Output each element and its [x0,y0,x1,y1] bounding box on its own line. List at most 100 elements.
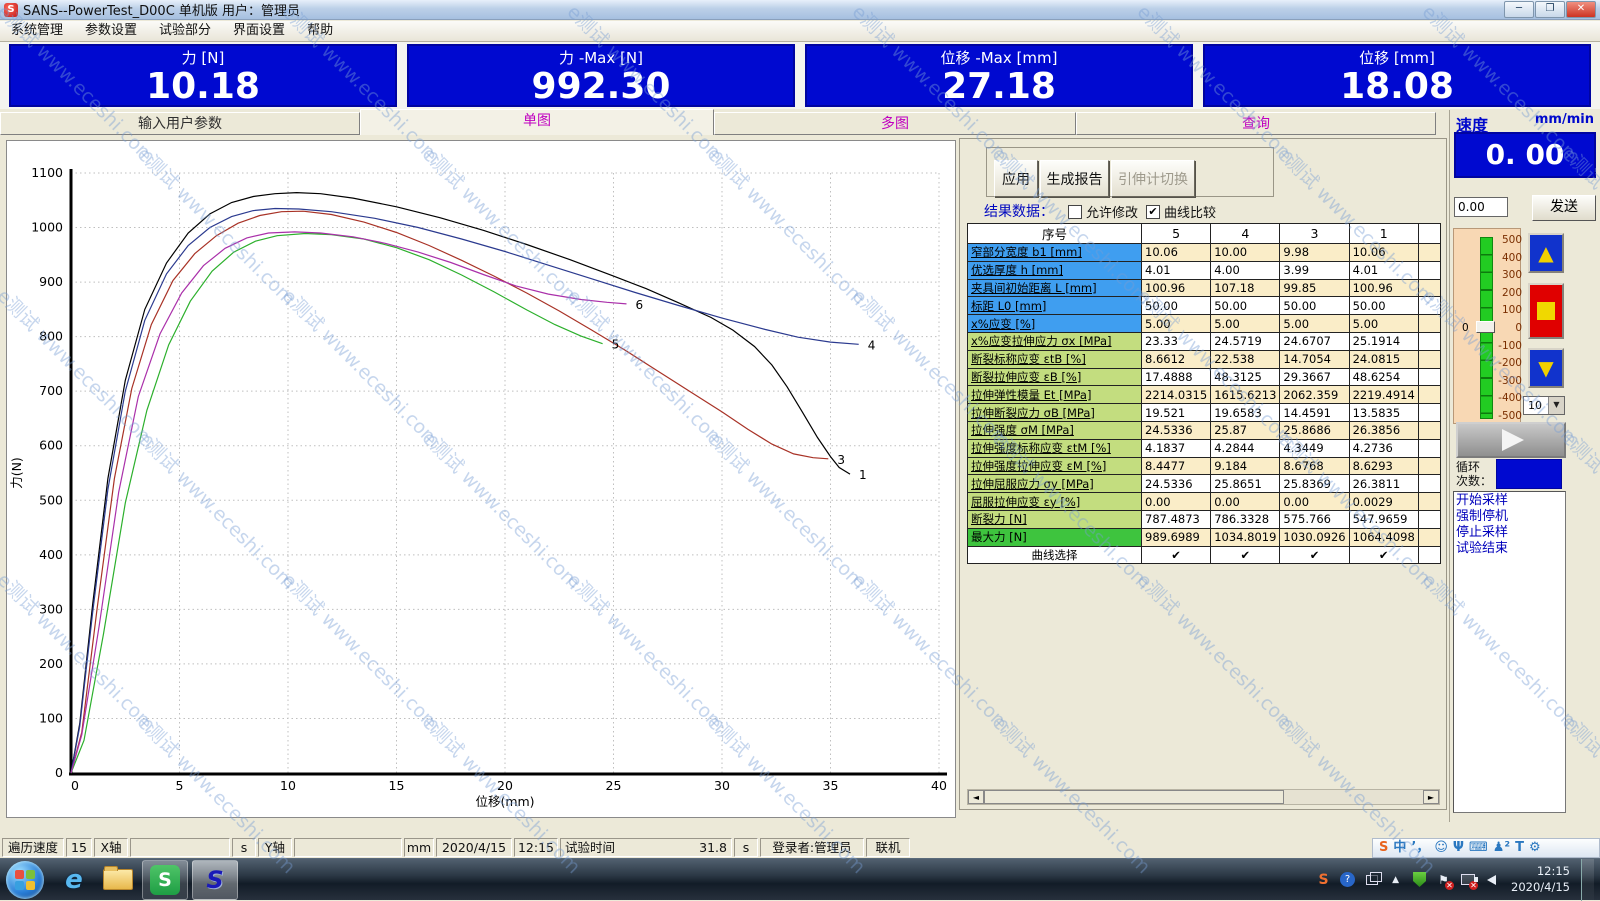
status-cell-10: 试验时间31.8 [560,838,732,857]
security-shield-icon[interactable] [1411,871,1428,888]
value-cell-empty [1418,297,1440,315]
curve-label-3: 3 [837,453,845,467]
scrollbar-thumb[interactable] [984,790,1284,804]
microphone-icon[interactable]: Ψ [1453,839,1464,857]
user-count-icon[interactable]: ♟² [1493,839,1510,857]
curve-select-check[interactable]: ✔ [1142,546,1211,564]
log-line-0[interactable]: 开始采样 [1456,493,1563,509]
svg-text:600: 600 [39,438,63,453]
scroll-left-arrow[interactable]: ◄ [968,790,984,804]
value-cell-empty [1418,350,1440,368]
maximize-button[interactable]: ❐ [1535,1,1565,18]
explorer-taskbar-icon[interactable] [96,861,140,899]
event-log-list[interactable]: 开始采样强制停机停止采样试验结束 [1453,491,1566,813]
curve-label-6: 6 [636,298,644,312]
svg-text:400: 400 [39,547,63,562]
checkbox-unchecked[interactable] [1068,205,1082,219]
curve-select-check[interactable]: ✔ [1349,546,1418,564]
green-app-taskbar-button[interactable]: S [142,860,188,900]
log-line-1[interactable]: 强制停机 [1456,509,1563,525]
status-cell-label: 试验时间 [565,839,615,856]
help-tray-icon[interactable]: ? [1339,871,1356,888]
status-cell-0: 遍历速度 [2,838,64,857]
close-button[interactable]: ✕ [1566,1,1596,18]
value-cell-empty [1418,493,1440,511]
minimize-button[interactable]: ─ [1504,1,1534,18]
tab-2[interactable]: 多图 [714,112,1076,135]
scroll-right-arrow[interactable]: ► [1423,790,1439,804]
value-cell: 100.96 [1142,279,1211,297]
sogou-tray-icon[interactable]: S [1315,871,1332,888]
sogou-input-icon[interactable]: S [1379,839,1388,857]
window-tray-icon[interactable] [1363,871,1380,888]
menu-item-2[interactable]: 试验部分 [148,21,222,41]
svg-text:力(N): 力(N) [9,457,24,489]
value-cell: 13.5835 [1349,404,1418,422]
system-tray: S ? ▲ ⚑ 12:15 2020/4/15 [1315,859,1600,901]
value-cell: 0.00 [1142,493,1211,511]
value-cell: 0.00 [1280,493,1349,511]
slider-tick-label: 400 [1496,253,1522,263]
log-line-2[interactable]: 停止采样 [1456,525,1563,541]
stop-icon [1537,302,1555,320]
row-label: 优选厚度 h [mm] [968,261,1142,279]
live-display-3: 位移 [mm]18.08 [1203,44,1591,107]
hidden-icons-button[interactable]: ▲ [1387,871,1404,888]
table-row: 标距 L0 [mm]50.0050.0050.0050.00 [968,297,1441,315]
table-row: 拉伸强度标称应变 εtM [%]4.18374.28444.34494.2736 [968,439,1441,457]
send-button[interactable]: 发送 [1532,195,1596,221]
results-button-1[interactable]: 生成报告 [1040,160,1109,197]
step-dropdown-value: 10 [1528,399,1542,412]
chinese-mode-icon[interactable]: 中 [1393,839,1406,857]
menu-item-3[interactable]: 界面设置 [222,21,296,41]
skin-icon[interactable]: T [1515,839,1524,857]
speed-control-panel: 速度 mm/min 0. 00 发送 5004003002001000-100-… [1449,110,1600,822]
toolbox-icon[interactable]: ⚙ [1529,839,1541,857]
results-button-0[interactable]: 应用 [994,160,1038,197]
stop-button[interactable] [1528,283,1564,339]
results-horizontal-scrollbar[interactable]: ◄ ► [967,789,1440,805]
tab-1[interactable]: 单图 [360,109,714,135]
curve-select-check[interactable]: ✔ [1211,546,1280,564]
log-line-3[interactable]: 试验结束 [1456,541,1563,557]
run-button[interactable] [1456,422,1566,458]
sans-app-taskbar-button[interactable]: S [192,860,238,900]
step-dropdown[interactable]: 10 ▼ [1523,396,1565,415]
value-cell: 786.3328 [1211,510,1280,528]
start-button[interactable] [6,861,44,899]
jog-up-button[interactable]: ▲ [1528,233,1564,273]
tab-0[interactable]: 输入用户参数 [0,112,360,135]
checkbox-label: 曲线比较 [1164,202,1216,221]
soft-keyboard-icon[interactable]: ⌨ [1469,839,1488,857]
taskbar-clock[interactable]: 12:15 2020/4/15 [1511,864,1570,895]
dropdown-arrow-icon[interactable]: ▼ [1548,397,1564,414]
volume-icon[interactable] [1483,871,1500,888]
tab-3[interactable]: 查询 [1076,112,1436,135]
slider-tick-label: -300 [1496,376,1522,386]
row-label: 拉伸强度 σM [MPa] [968,421,1142,439]
menu-item-1[interactable]: 参数设置 [74,21,148,41]
slider-tick-label: 200 [1496,288,1522,298]
jog-down-button[interactable]: ▼ [1528,348,1564,388]
show-desktop-button[interactable] [1581,859,1594,901]
app-logo-icon: S [4,3,18,17]
menu-item-0[interactable]: 系统管理 [0,21,74,41]
punctuation-icon[interactable]: ’， [1411,839,1429,857]
speed-setpoint-input[interactable] [1454,197,1508,217]
status-cell-2: X轴 [94,838,128,857]
row-label: 断裂力 [N] [968,510,1142,528]
play-icon [1502,429,1524,451]
curve-select-check[interactable]: ✔ [1280,546,1349,564]
value-cell: 8.6768 [1280,457,1349,475]
value-cell-empty [1418,368,1440,386]
status-cell-9: 12:15 [514,838,558,857]
value-cell: 25.8686 [1280,421,1349,439]
action-center-flag-icon[interactable]: ⚑ [1435,871,1452,888]
emoticon-icon[interactable]: ☺ [1434,839,1448,857]
checkbox-checked[interactable]: ✔ [1146,205,1160,219]
row-label: 断裂拉伸应变 εB [%] [968,368,1142,386]
svg-text:800: 800 [39,329,63,344]
ie-taskbar-icon[interactable]: e [52,861,96,899]
slider-handle[interactable] [1476,321,1495,333]
menu-item-4[interactable]: 帮助 [296,21,344,41]
